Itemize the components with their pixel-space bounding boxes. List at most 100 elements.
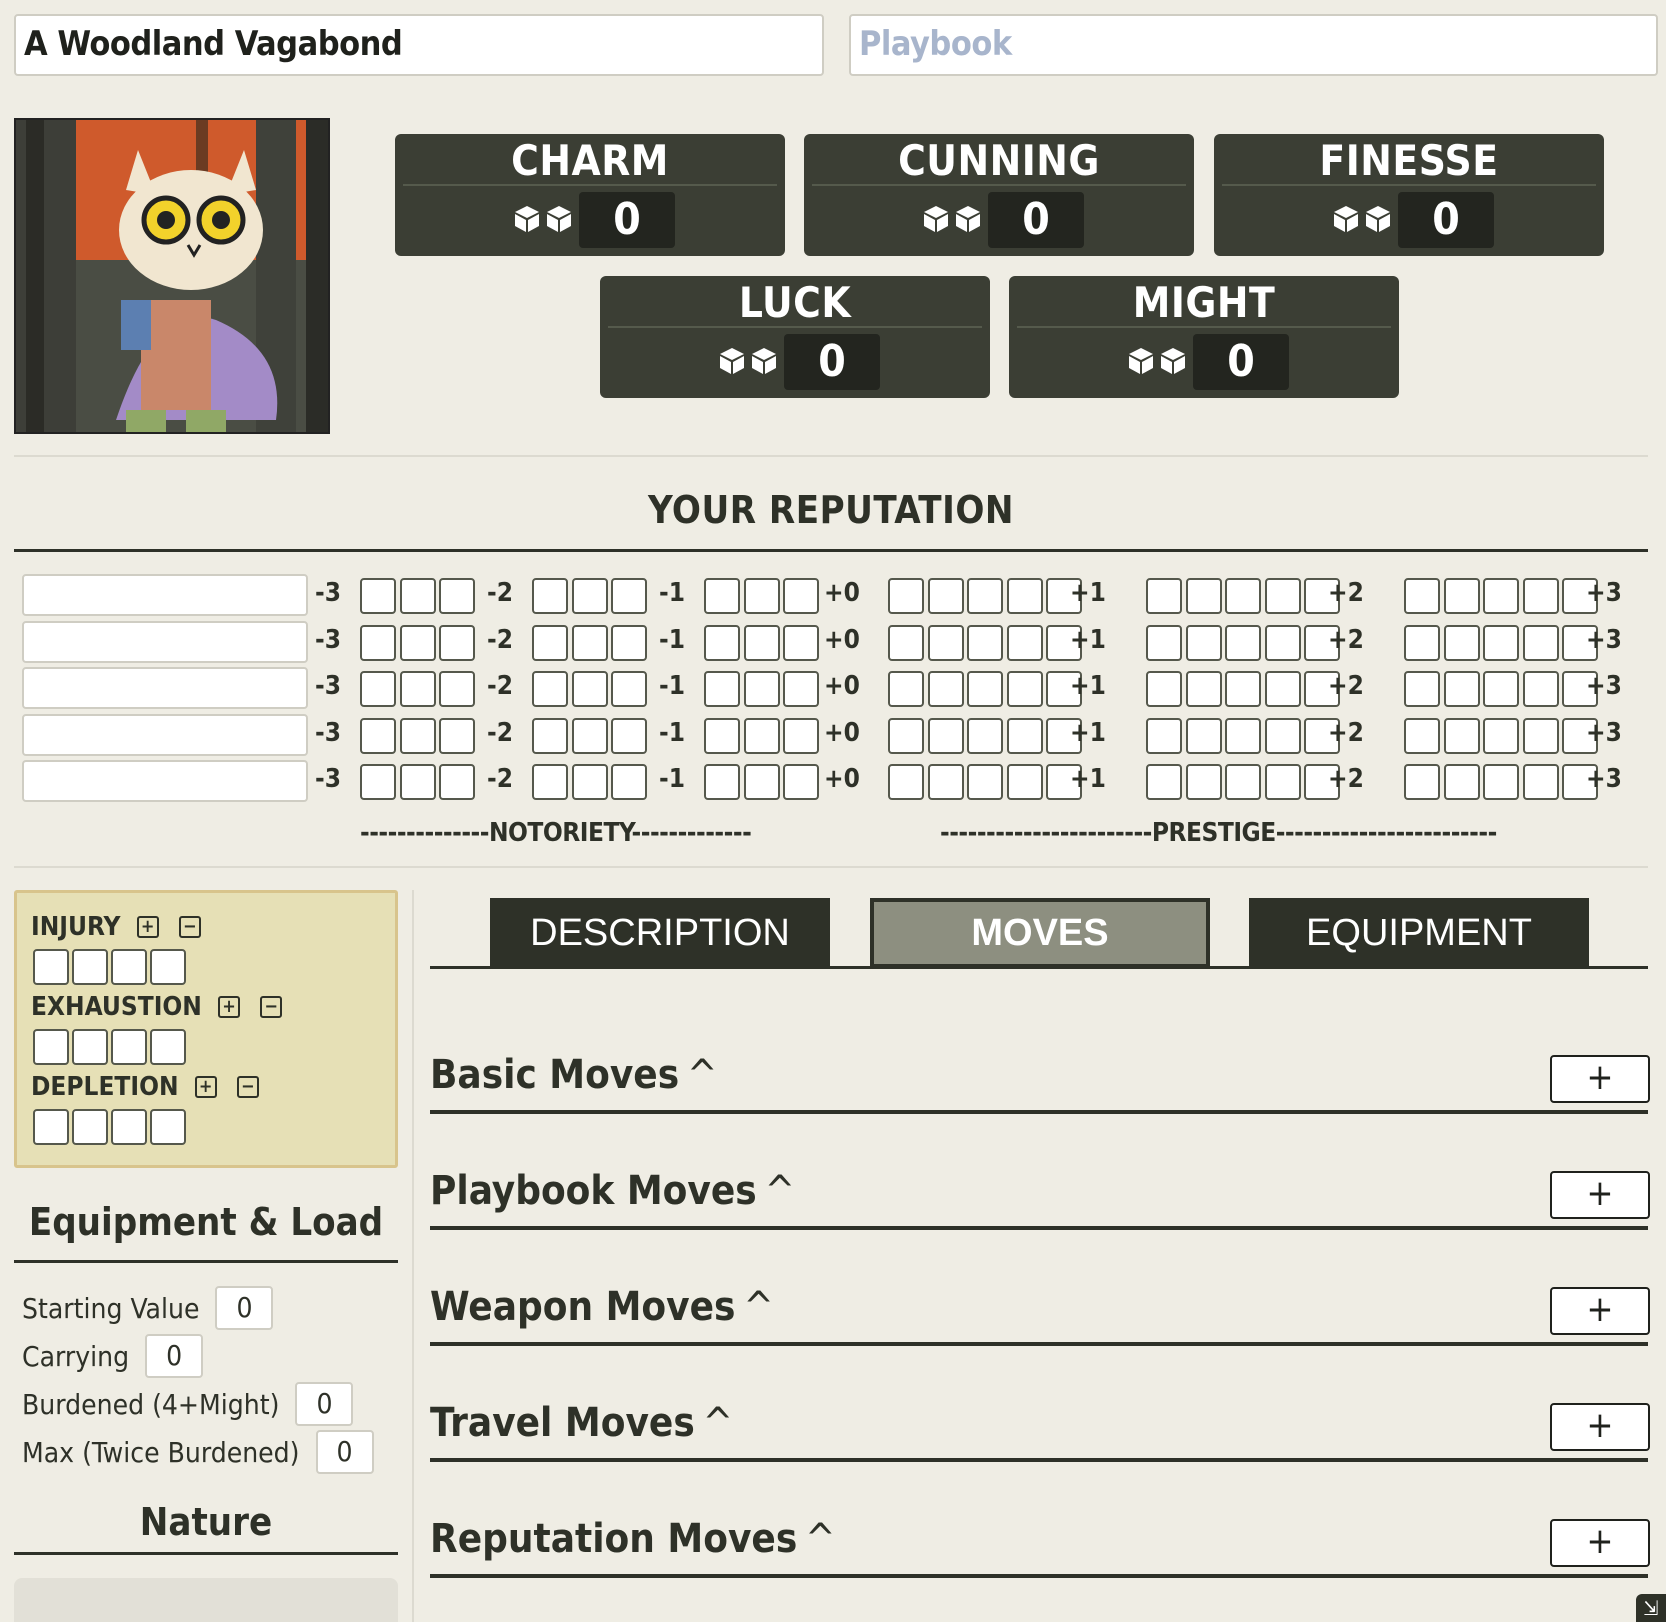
stat-value[interactable]: 0 bbox=[579, 192, 675, 248]
burdened-field[interactable]: 0 bbox=[295, 1382, 354, 1426]
reputation-checkbox[interactable] bbox=[571, 671, 608, 707]
reputation-checkbox[interactable] bbox=[1185, 671, 1222, 707]
injury-box[interactable] bbox=[111, 949, 147, 985]
reputation-checkbox[interactable] bbox=[1006, 625, 1043, 661]
reputation-checkbox[interactable] bbox=[1443, 718, 1480, 754]
depletion-remove-icon[interactable]: − bbox=[236, 1075, 259, 1098]
exhaustion-box[interactable] bbox=[150, 1029, 186, 1065]
reputation-checkbox[interactable] bbox=[399, 578, 436, 614]
add-basic-move-button[interactable]: + bbox=[1550, 1055, 1650, 1103]
depletion-box[interactable] bbox=[72, 1109, 108, 1145]
reputation-checkbox[interactable] bbox=[888, 671, 924, 707]
add-playbook-move-button[interactable]: + bbox=[1550, 1171, 1650, 1219]
reputation-checkbox[interactable] bbox=[888, 764, 924, 800]
reputation-checkbox[interactable] bbox=[439, 578, 475, 614]
starting-value-field[interactable]: 0 bbox=[215, 1286, 274, 1330]
reputation-checkbox[interactable] bbox=[1443, 671, 1480, 707]
reputation-checkbox[interactable] bbox=[611, 764, 647, 800]
reputation-checkbox[interactable] bbox=[1404, 578, 1440, 614]
reputation-checkbox[interactable] bbox=[1522, 671, 1559, 707]
reputation-checkbox[interactable] bbox=[927, 625, 964, 661]
basic-moves-header[interactable]: Basic Moves ^ bbox=[430, 1052, 717, 1098]
reputation-checkbox[interactable] bbox=[1006, 671, 1043, 707]
depletion-box[interactable] bbox=[33, 1109, 69, 1145]
max-load-field[interactable]: 0 bbox=[315, 1430, 374, 1474]
depletion-box[interactable] bbox=[111, 1109, 147, 1145]
stat-value[interactable]: 0 bbox=[1398, 192, 1494, 248]
reputation-checkbox[interactable] bbox=[571, 718, 608, 754]
injury-box[interactable] bbox=[33, 949, 69, 985]
reputation-checkbox[interactable] bbox=[704, 578, 740, 614]
injury-box[interactable] bbox=[72, 949, 108, 985]
reputation-checkbox[interactable] bbox=[1404, 764, 1440, 800]
reputation-checkbox[interactable] bbox=[1443, 764, 1480, 800]
chevron-up-icon[interactable]: ^ bbox=[687, 1052, 717, 1098]
exhaustion-add-icon[interactable]: + bbox=[218, 995, 240, 1018]
reputation-checkbox[interactable] bbox=[532, 764, 568, 800]
chevron-up-icon[interactable]: ^ bbox=[765, 1168, 795, 1214]
reputation-checkbox[interactable] bbox=[783, 671, 819, 707]
reputation-checkbox[interactable] bbox=[1185, 718, 1222, 754]
depletion-add-icon[interactable]: + bbox=[194, 1075, 217, 1098]
reputation-checkbox[interactable] bbox=[1146, 671, 1182, 707]
dice-icon[interactable] bbox=[1127, 346, 1187, 376]
reputation-checkbox[interactable] bbox=[1006, 578, 1043, 614]
reputation-checkbox[interactable] bbox=[1146, 764, 1182, 800]
reputation-checkbox[interactable] bbox=[1006, 764, 1043, 800]
chevron-up-icon[interactable]: ^ bbox=[743, 1284, 773, 1330]
reputation-checkbox[interactable] bbox=[1264, 718, 1301, 754]
reputation-checkbox[interactable] bbox=[1225, 671, 1261, 707]
reputation-checkbox[interactable] bbox=[1404, 671, 1440, 707]
reputation-checkbox[interactable] bbox=[360, 764, 396, 800]
reputation-checkbox[interactable] bbox=[743, 578, 780, 614]
reputation-checkbox[interactable] bbox=[439, 718, 475, 754]
chevron-up-icon[interactable]: ^ bbox=[703, 1400, 733, 1446]
reputation-checkbox[interactable] bbox=[439, 764, 475, 800]
exhaustion-remove-icon[interactable]: − bbox=[260, 995, 283, 1018]
reputation-checkbox[interactable] bbox=[360, 718, 396, 754]
reputation-checkbox[interactable] bbox=[888, 578, 924, 614]
weapon-moves-header[interactable]: Weapon Moves ^ bbox=[430, 1284, 774, 1330]
reputation-checkbox[interactable] bbox=[1264, 625, 1301, 661]
dice-icon[interactable] bbox=[718, 346, 778, 376]
playbook-moves-header[interactable]: Playbook Moves ^ bbox=[430, 1168, 795, 1214]
tab-description[interactable]: DESCRIPTION bbox=[490, 898, 830, 968]
reputation-checkbox[interactable] bbox=[1522, 625, 1559, 661]
exhaustion-box[interactable] bbox=[33, 1029, 69, 1065]
stat-value[interactable]: 0 bbox=[988, 192, 1084, 248]
injury-add-icon[interactable]: + bbox=[136, 915, 159, 938]
reputation-checkbox[interactable] bbox=[571, 764, 608, 800]
dice-icon[interactable] bbox=[1332, 204, 1392, 234]
reputation-checkbox[interactable] bbox=[1264, 578, 1301, 614]
reputation-checkbox[interactable] bbox=[399, 764, 436, 800]
reputation-checkbox[interactable] bbox=[1404, 718, 1440, 754]
travel-moves-header[interactable]: Travel Moves ^ bbox=[430, 1400, 733, 1446]
exhaustion-box[interactable] bbox=[72, 1029, 108, 1065]
reputation-checkbox[interactable] bbox=[532, 625, 568, 661]
reputation-checkbox[interactable] bbox=[743, 625, 780, 661]
injury-box[interactable] bbox=[150, 949, 186, 985]
reputation-checkbox[interactable] bbox=[1443, 578, 1480, 614]
reputation-checkbox[interactable] bbox=[783, 718, 819, 754]
reputation-checkbox[interactable] bbox=[704, 625, 740, 661]
reputation-checkbox[interactable] bbox=[611, 625, 647, 661]
reputation-checkbox[interactable] bbox=[1404, 625, 1440, 661]
reputation-checkbox[interactable] bbox=[1146, 718, 1182, 754]
reputation-checkbox[interactable] bbox=[571, 625, 608, 661]
reputation-checkbox[interactable] bbox=[360, 578, 396, 614]
reputation-checkbox[interactable] bbox=[1264, 671, 1301, 707]
reputation-checkbox[interactable] bbox=[1264, 764, 1301, 800]
reputation-checkbox[interactable] bbox=[439, 671, 475, 707]
resize-handle-icon[interactable]: ⇲ bbox=[1636, 1594, 1666, 1622]
faction-name-input[interactable] bbox=[22, 621, 308, 663]
character-name-input[interactable]: A Woodland Vagabond bbox=[14, 14, 824, 76]
reputation-checkbox[interactable] bbox=[927, 578, 964, 614]
reputation-checkbox[interactable] bbox=[1185, 578, 1222, 614]
reputation-checkbox[interactable] bbox=[743, 764, 780, 800]
faction-name-input[interactable] bbox=[22, 760, 308, 802]
reputation-checkbox[interactable] bbox=[927, 764, 964, 800]
tab-equipment[interactable]: EQUIPMENT bbox=[1249, 898, 1589, 968]
reputation-checkbox[interactable] bbox=[888, 625, 924, 661]
nature-field[interactable] bbox=[14, 1578, 398, 1622]
reputation-checkbox[interactable] bbox=[1225, 718, 1261, 754]
